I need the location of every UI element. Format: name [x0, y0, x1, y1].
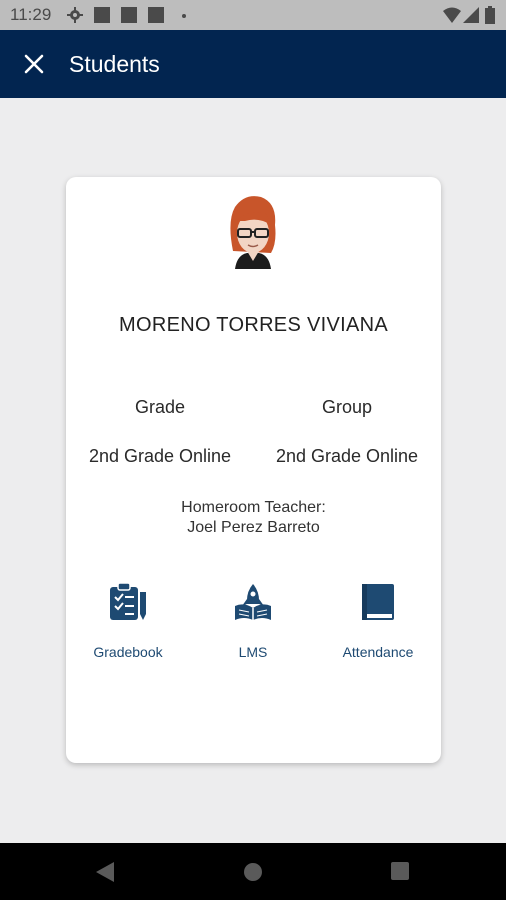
- lms-label: LMS: [238, 644, 268, 660]
- clipboard-checklist-icon: [110, 582, 146, 620]
- lms-button[interactable]: LMS: [193, 582, 313, 660]
- wifi-icon: [443, 7, 461, 23]
- close-icon[interactable]: [22, 52, 46, 76]
- signal-icon: [463, 7, 479, 23]
- page-title: Students: [69, 51, 160, 77]
- battery-icon: [485, 6, 495, 24]
- group-value: 2nd Grade Online: [275, 446, 419, 466]
- student-name: MORENO TORRES VIVIANA: [119, 314, 388, 336]
- back-icon[interactable]: [96, 862, 114, 882]
- more-notifications-icon: [182, 14, 186, 18]
- notification-icon: [121, 7, 137, 23]
- student-card: MORENO TORRES VIVIANA Grade Group 2nd Gr…: [66, 177, 441, 763]
- book-icon: [362, 584, 394, 620]
- group-label: Group: [321, 397, 373, 417]
- system-navigation-bar: [0, 843, 506, 900]
- gradebook-label: Gradebook: [93, 644, 163, 660]
- attendance-label: Attendance: [342, 644, 414, 660]
- attendance-button[interactable]: Attendance: [318, 582, 438, 660]
- notification-icon: [94, 7, 110, 23]
- status-bar: 11:29: [0, 0, 506, 30]
- home-icon[interactable]: [243, 862, 263, 882]
- grade-value: 2nd Grade Online: [88, 446, 232, 466]
- gradebook-button[interactable]: Gradebook: [68, 582, 188, 660]
- homeroom-teacher: Homeroom Teacher: Joel Perez Barreto: [66, 498, 441, 538]
- homeroom-teacher-name: Joel Perez Barreto: [187, 519, 320, 536]
- homeroom-teacher-label: Homeroom Teacher:: [181, 499, 326, 516]
- status-time: 11:29: [10, 5, 52, 24]
- settings-icon: [67, 7, 83, 23]
- app-bar: Students: [0, 30, 506, 98]
- student-avatar: [230, 196, 276, 269]
- rocket-book-icon: [235, 584, 271, 620]
- grade-label: Grade: [134, 397, 186, 417]
- notification-icon: [148, 7, 164, 23]
- recents-icon[interactable]: [391, 862, 409, 880]
